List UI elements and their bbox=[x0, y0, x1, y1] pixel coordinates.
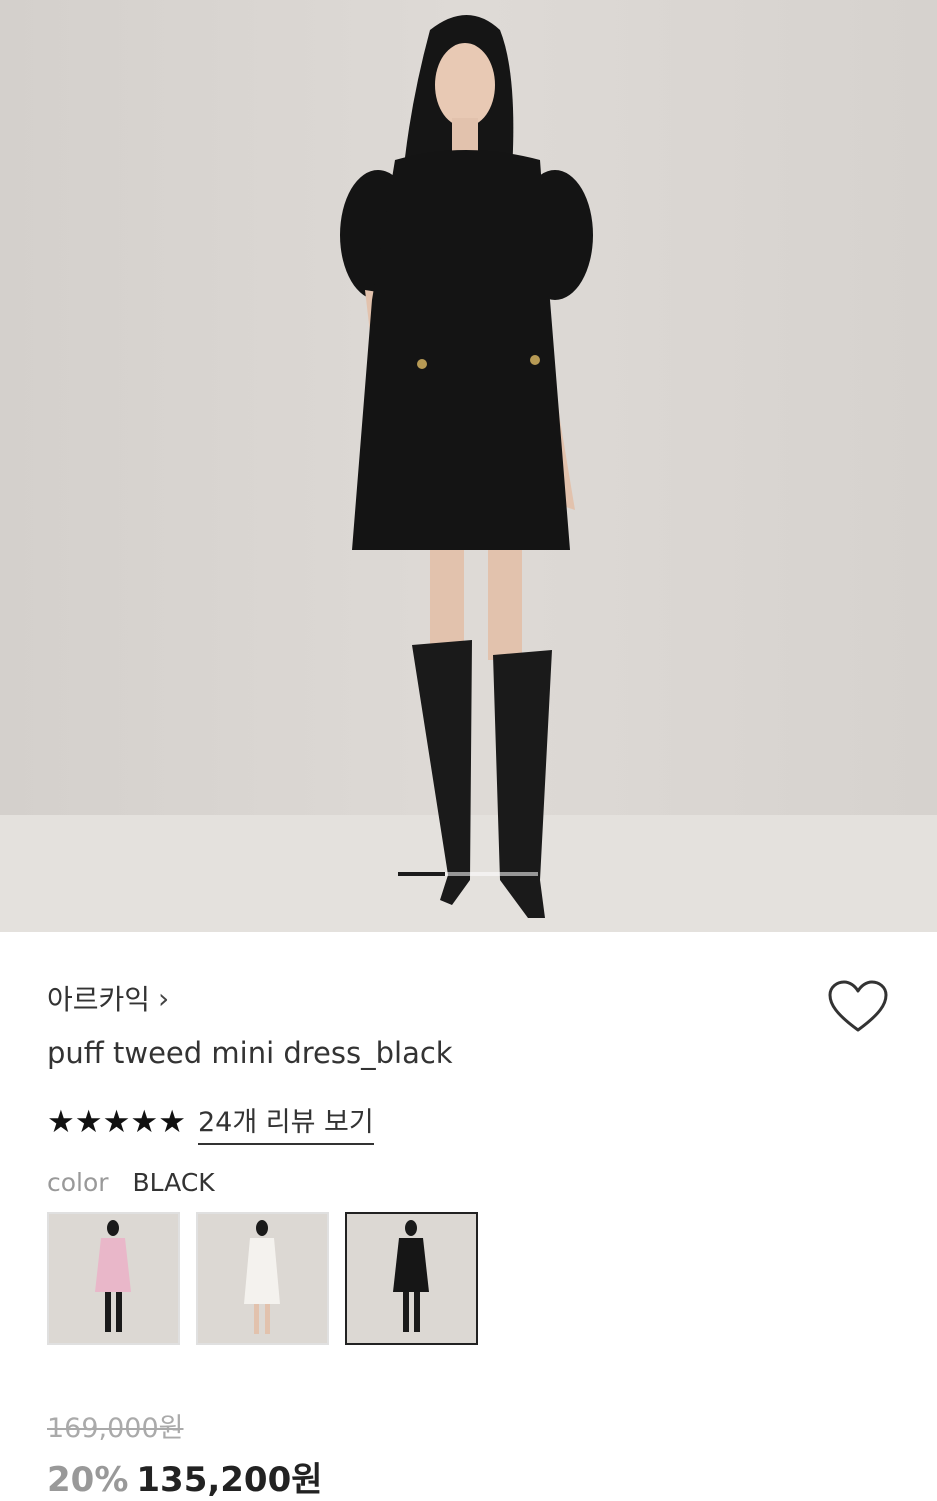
star-icon: ★ bbox=[47, 1104, 75, 1140]
gallery-pager bbox=[398, 872, 538, 876]
swatch-pink[interactable] bbox=[47, 1212, 180, 1345]
price-row: 20% 135,200원 bbox=[47, 1452, 323, 1501]
star-icon: ★ bbox=[130, 1104, 159, 1140]
swatch-thumbnail bbox=[347, 1214, 476, 1343]
swatch-thumbnail bbox=[49, 1214, 178, 1343]
model-photo bbox=[0, 0, 937, 932]
swatch-white[interactable] bbox=[196, 1212, 329, 1345]
pager-track bbox=[445, 872, 538, 876]
swatch-black[interactable] bbox=[345, 1212, 478, 1345]
star-icon: ★ bbox=[158, 1104, 186, 1140]
final-price: 135,200원 bbox=[136, 1460, 323, 1500]
color-label: color bbox=[47, 1168, 109, 1197]
brand-link[interactable]: 아르카익 › bbox=[47, 978, 169, 1018]
discount-rate: 20% bbox=[47, 1460, 129, 1500]
product-title: puff tweed mini dress_black bbox=[47, 1036, 453, 1070]
star-icon: ★ bbox=[74, 1104, 103, 1140]
color-value: BLACK bbox=[132, 1168, 215, 1197]
product-main-image[interactable] bbox=[0, 0, 937, 932]
chevron-right-icon: › bbox=[158, 981, 170, 1015]
wishlist-button[interactable] bbox=[826, 978, 890, 1038]
star-rating: ★ ★ ★ ★ ★ bbox=[47, 1107, 186, 1138]
star-icon: ★ bbox=[102, 1104, 131, 1140]
review-link[interactable]: 24개 리뷰 보기 bbox=[197, 1100, 374, 1145]
pager-active-segment bbox=[398, 872, 445, 876]
color-swatches bbox=[47, 1212, 478, 1345]
swatch-thumbnail bbox=[198, 1214, 327, 1343]
original-price: 169,000원 bbox=[47, 1413, 184, 1444]
brand-name: 아르카익 bbox=[47, 983, 151, 1016]
heart-icon bbox=[828, 980, 888, 1032]
color-selector-label: color BLACK bbox=[47, 1168, 215, 1197]
rating-row: ★ ★ ★ ★ ★ 24개 리뷰 보기 bbox=[47, 1100, 374, 1145]
